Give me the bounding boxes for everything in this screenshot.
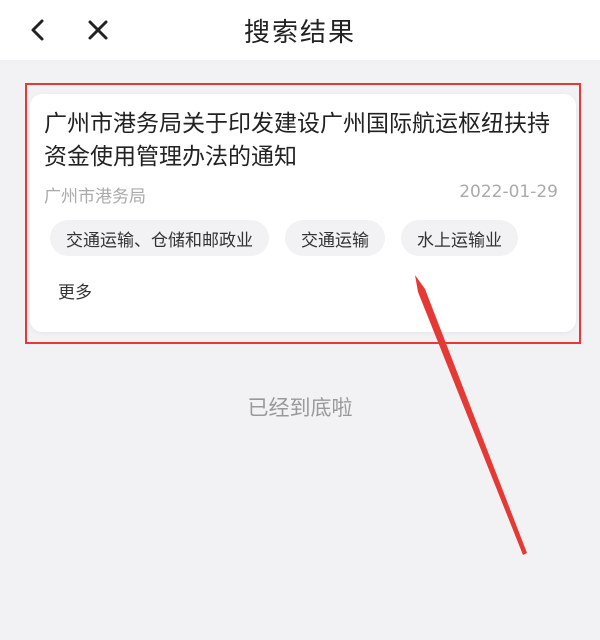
tag-chip[interactable]: 水上运输业	[401, 220, 518, 256]
tag-chip[interactable]: 交通运输、仓储和邮政业	[50, 220, 269, 256]
end-of-list-text: 已经到底啦	[247, 396, 353, 420]
result-date: 2022-01-29	[459, 182, 558, 202]
result-source: 广州市港务局	[44, 187, 146, 207]
more-tags-button[interactable]: 更多	[50, 272, 92, 308]
tag-list: 交通运输、仓储和邮政业 交通运输 水上运输业 更多	[50, 220, 520, 308]
top-bar: 搜索结果	[0, 0, 600, 60]
tag-chip[interactable]: 交通运输	[285, 220, 385, 256]
page-title: 搜索结果	[243, 18, 356, 48]
result-title[interactable]: 广州市港务局关于印发建设广州国际航运枢纽扶持资金使用管理办法的通知	[44, 108, 564, 174]
search-result-card[interactable]: 广州市港务局关于印发建设广州国际航运枢纽扶持资金使用管理办法的通知 广州市港务局…	[30, 94, 576, 332]
